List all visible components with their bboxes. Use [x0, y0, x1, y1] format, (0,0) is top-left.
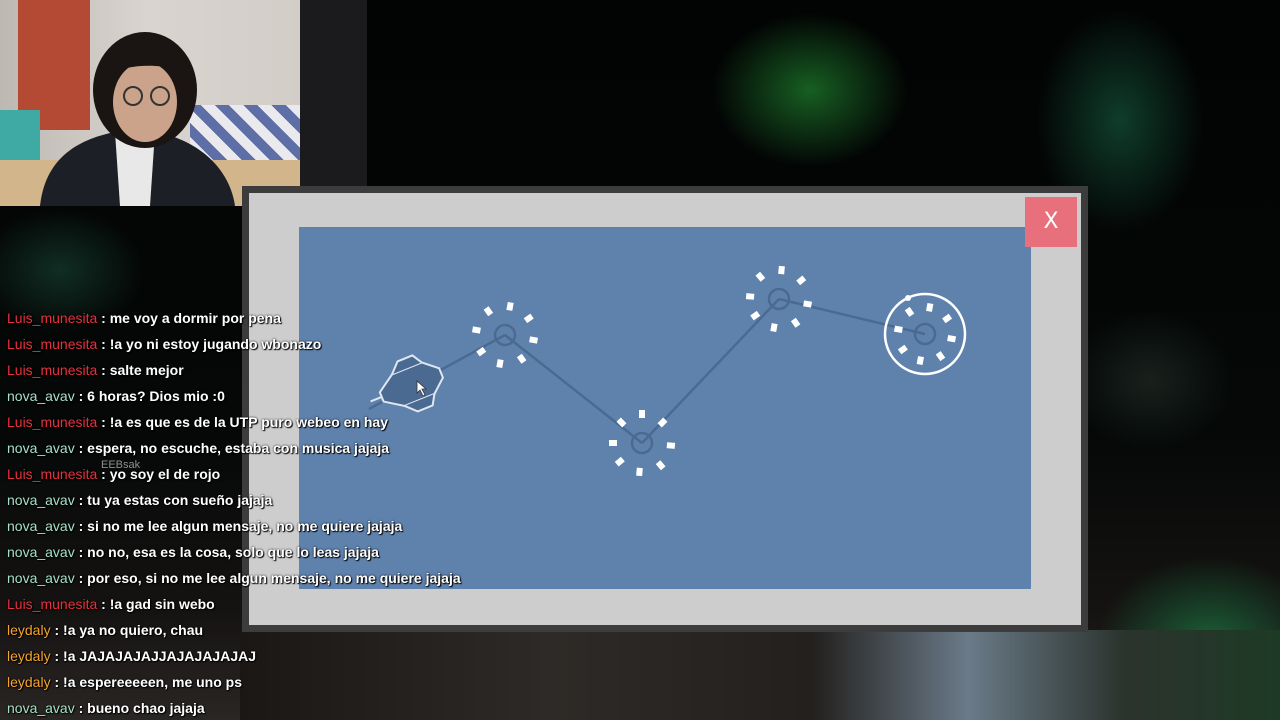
- chat-message-text: : bueno chao jajaja: [78, 700, 205, 716]
- chat-username[interactable]: nova_avav: [7, 440, 75, 456]
- chat-username[interactable]: nova_avav: [7, 700, 75, 716]
- chat-message-text: : !a yo ni estoy jugando wbonazo: [101, 336, 322, 352]
- chat-message: nova_avav : bueno chao jajaja: [7, 695, 205, 720]
- chat-username[interactable]: nova_avav: [7, 492, 75, 508]
- chat-message-text: : no no, esa es la cosa, solo que lo lea…: [78, 544, 379, 560]
- chat-username[interactable]: Luis_munesita: [7, 336, 97, 352]
- chat-message: nova_avav : 6 horas? Dios mio :0: [7, 383, 225, 409]
- chat-message-text: : 6 horas? Dios mio :0: [78, 388, 225, 404]
- chat-message: Luis_munesita : salte mejor: [7, 357, 184, 383]
- chat-username[interactable]: Luis_munesita: [7, 310, 97, 326]
- chat-username[interactable]: nova_avav: [7, 518, 75, 534]
- chat-message-text: : !a espereeeeen, me uno ps: [54, 674, 243, 690]
- chat-username[interactable]: leydaly: [7, 648, 51, 664]
- chat-message-text: : me voy a dormir por pena: [101, 310, 281, 326]
- chat-overlay: Luis_munesita : me voy a dormir por pena…: [0, 308, 470, 720]
- chat-message: leydaly : !a espereeeeen, me uno ps: [7, 669, 242, 695]
- chat-username[interactable]: nova_avav: [7, 388, 75, 404]
- chat-username[interactable]: Luis_munesita: [7, 466, 97, 482]
- chat-message: nova_avav : espera, no escuche, estaba c…: [7, 435, 389, 461]
- chat-message: Luis_munesita : me voy a dormir por pena: [7, 308, 281, 331]
- chat-username[interactable]: leydaly: [7, 622, 51, 638]
- chat-message-text: : salte mejor: [101, 362, 184, 378]
- close-button[interactable]: X: [1025, 197, 1077, 247]
- chat-message-text: : !a JAJAJAJAJJAJAJAJAJAJ: [54, 648, 257, 664]
- faded-overlay-label: EEBsak: [101, 459, 141, 471]
- chat-username[interactable]: nova_avav: [7, 544, 75, 560]
- chat-message-text: : !a ya no quiero, chau: [54, 622, 204, 638]
- chat-message: Luis_munesita : !a es que es de la UTP p…: [7, 409, 388, 435]
- chat-message: nova_avav : no no, esa es la cosa, solo …: [7, 539, 379, 565]
- chat-message-text: : por eso, si no me lee algun mensaje, n…: [78, 570, 461, 586]
- chat-username[interactable]: Luis_munesita: [7, 596, 97, 612]
- chat-message-text: : !a es que es de la UTP puro webeo en h…: [101, 414, 388, 430]
- chat-username[interactable]: nova_avav: [7, 570, 75, 586]
- chat-message: leydaly : !a ya no quiero, chau: [7, 617, 203, 643]
- chat-message: leydaly : !a JAJAJAJAJJAJAJAJAJAJ: [7, 643, 256, 669]
- streamer-avatar: [40, 32, 235, 206]
- chat-username[interactable]: Luis_munesita: [7, 362, 97, 378]
- level-node-2[interactable]: [609, 410, 676, 477]
- chat-message-text: : tu ya estas con sueño jajaja: [78, 492, 273, 508]
- chat-message: nova_avav : por eso, si no me lee algun …: [7, 565, 461, 591]
- chat-username[interactable]: Luis_munesita: [7, 414, 97, 430]
- chat-message-text: : espera, no escuche, estaba con musica …: [78, 440, 390, 456]
- chat-username[interactable]: leydaly: [7, 674, 51, 690]
- webcam-feed: [0, 0, 367, 206]
- chat-message-text: : si no me lee algun mensaje, no me quie…: [78, 518, 403, 534]
- chat-message: Luis_munesita : !a gad sin webo: [7, 591, 215, 617]
- chat-message: Luis_munesita : !a yo ni estoy jugando w…: [7, 331, 321, 357]
- chat-message: nova_avav : si no me lee algun mensaje, …: [7, 513, 402, 539]
- chat-message: nova_avav : tu ya estas con sueño jajaja: [7, 487, 272, 513]
- chat-message-text: : !a gad sin webo: [101, 596, 215, 612]
